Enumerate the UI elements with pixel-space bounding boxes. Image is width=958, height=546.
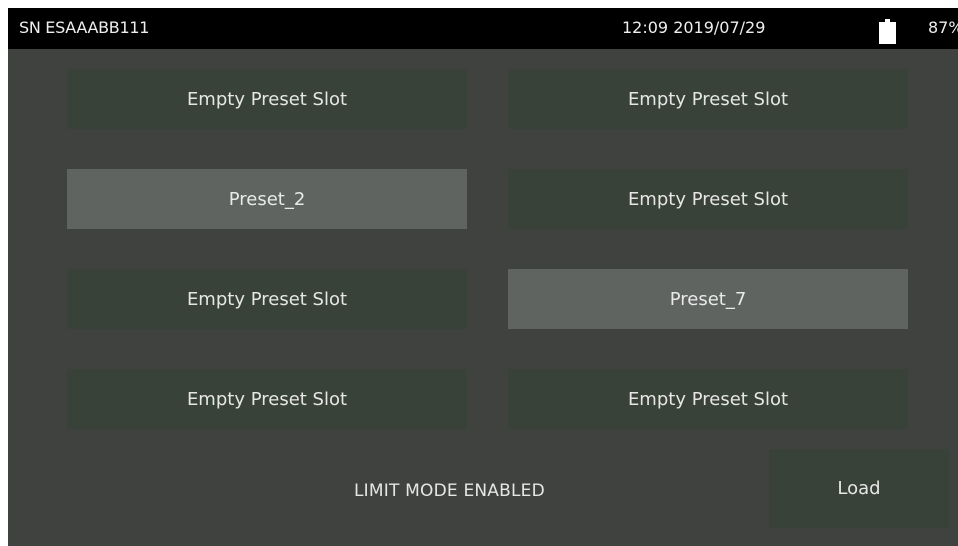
preset-slot-7[interactable]: Empty Preset Slot [508,369,908,429]
preset-slot-4[interactable]: Empty Preset Slot [67,269,467,329]
date-time: 12:09 2019/07/29 [622,18,766,37]
preset-slot-1[interactable]: Empty Preset Slot [508,69,908,129]
preset-slot-6[interactable]: Empty Preset Slot [67,369,467,429]
battery-percent: 87% [928,18,958,37]
limit-mode-status: LIMIT MODE ENABLED [354,481,545,501]
load-button[interactable]: Load [769,449,949,528]
preset-slot-5[interactable]: Preset_7 [508,269,908,329]
preset-slot-2[interactable]: Preset_2 [67,169,467,229]
preset-slot-0[interactable]: Empty Preset Slot [67,69,467,129]
device-screen: SN ESAAABB111 12:09 2019/07/29 87% Empty… [8,8,958,546]
serial-number: SN ESAAABB111 [19,18,150,37]
preset-slot-3[interactable]: Empty Preset Slot [508,169,908,229]
battery-icon [879,19,896,44]
status-bar: SN ESAAABB111 12:09 2019/07/29 87% [8,8,958,49]
